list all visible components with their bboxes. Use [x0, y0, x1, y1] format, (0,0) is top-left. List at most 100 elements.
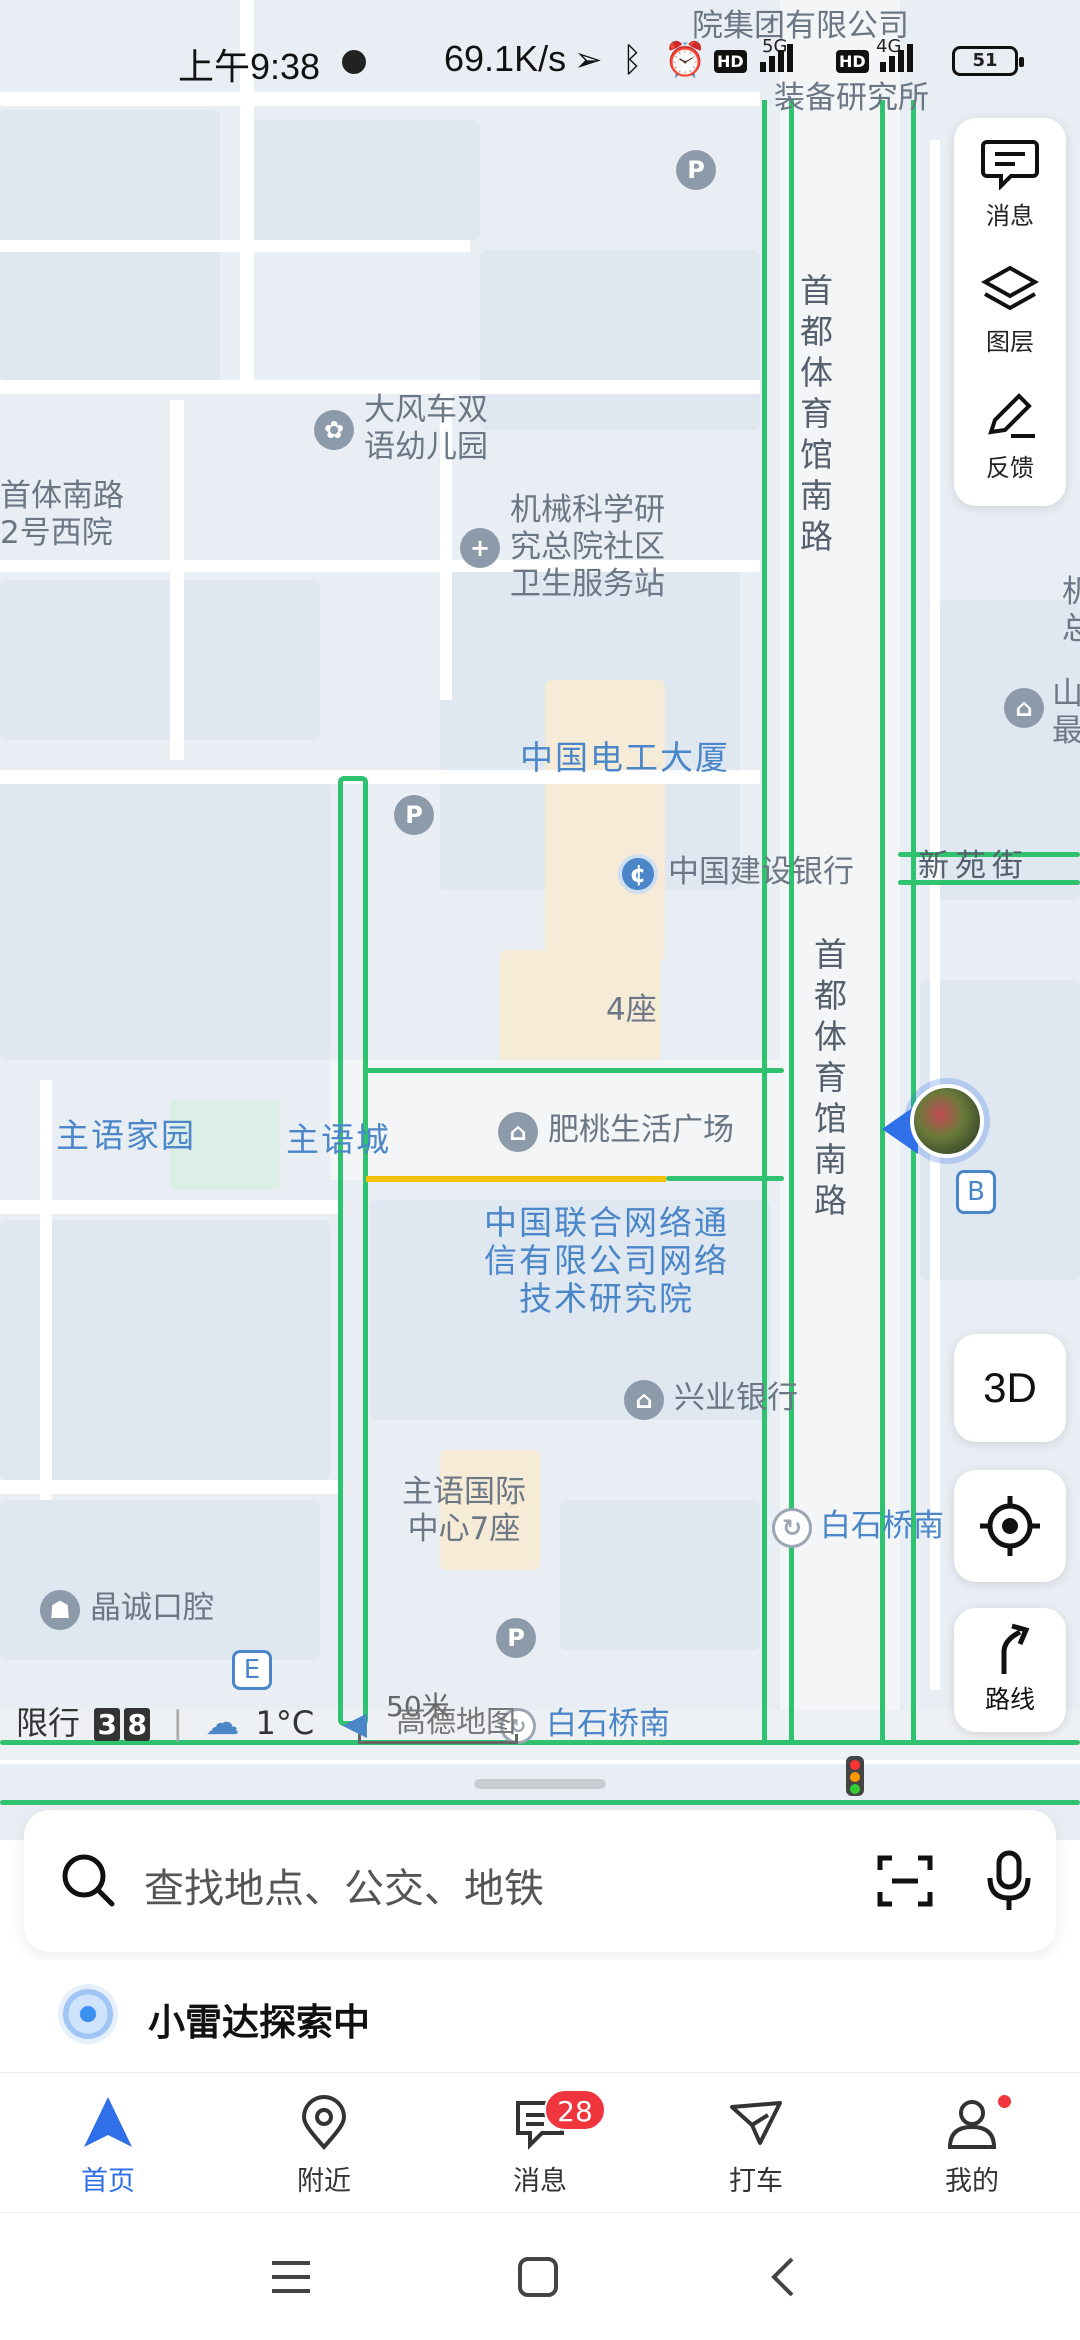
map-label-jingcheng[interactable]: 晶诚口腔: [90, 1590, 214, 1627]
tab-home[interactable]: 首页: [38, 2095, 178, 2198]
locate-icon: [980, 1496, 1040, 1556]
map-label-xinyuan: 新苑街: [918, 848, 1029, 884]
shopping-icon[interactable]: ⌂: [498, 1112, 538, 1152]
system-nav-bar: [0, 2212, 1080, 2340]
layers-icon: [980, 265, 1040, 311]
entrance-e-marker[interactable]: E: [232, 1650, 272, 1690]
feedback-button[interactable]: 反馈: [954, 370, 1066, 494]
map-label-zhuyu-city[interactable]: 主语城: [286, 1120, 391, 1160]
tab-nearby-label: 附近: [297, 2166, 351, 2197]
notification-dot: [998, 2095, 1011, 2108]
traffic-light-icon: [846, 1756, 864, 1796]
battery-icon: 51: [952, 46, 1024, 76]
navigate-arrow-icon: ◀: [342, 1704, 367, 1742]
street-name-south: 首都体育馆南路: [814, 935, 847, 1220]
locate-me-button[interactable]: [954, 1470, 1066, 1582]
tab-home-label: 首页: [81, 2166, 135, 2197]
signal-icon: [880, 44, 916, 72]
plate-digit: 3: [94, 1708, 121, 1741]
map-label-baishiqiao-south[interactable]: 白石桥南: [546, 1706, 670, 1743]
hd-icon: HD: [714, 50, 747, 73]
tab-mine[interactable]: 我的: [902, 2095, 1042, 2198]
bottom-tab-bar: 首页 附近 28 消息 打车 我的: [0, 2072, 1080, 2212]
info-line[interactable]: 限行 38 | ☁ 1°C ◀: [16, 1698, 367, 1744]
navigate-icon: [84, 2097, 132, 2147]
map-label-xingye[interactable]: 兴业银行: [674, 1380, 798, 1417]
map-label-right-2: 机 总: [1062, 574, 1080, 647]
scale-bar: [358, 1734, 518, 1744]
street-name-north: 首都体育馆南路: [800, 271, 833, 556]
map-label-zuo4[interactable]: 4座: [606, 992, 657, 1029]
user-icon: [947, 2100, 997, 2149]
search-input[interactable]: 查找地点、公交、地铁: [144, 1856, 544, 1914]
tab-messages[interactable]: 28 消息: [470, 2089, 610, 2198]
search-bar[interactable]: 查找地点、公交、地铁: [24, 1810, 1056, 1952]
bank-icon[interactable]: ¢: [618, 854, 658, 894]
tab-messages-label: 消息: [513, 2166, 567, 2197]
3d-button[interactable]: 3D: [954, 1334, 1066, 1442]
tab-nearby[interactable]: 附近: [254, 2095, 394, 2198]
location-pin-icon: [301, 2095, 347, 2151]
restriction-label: 限行: [16, 1704, 81, 1742]
map-label-west-road: 首体南路 2号西院: [0, 478, 124, 551]
microphone-icon[interactable]: [986, 1850, 1032, 1912]
parking-icon[interactable]: P: [676, 150, 716, 190]
plate-digit: 8: [124, 1708, 151, 1741]
entrance-b-marker[interactable]: B: [956, 1170, 996, 1214]
sheet-drag-handle[interactable]: [474, 1779, 606, 1789]
messages-label: 消息: [986, 202, 1034, 230]
messages-button[interactable]: 消息: [954, 118, 1066, 242]
clock: 上午9:38: [178, 46, 321, 87]
tab-taxi-label: 打车: [729, 2166, 783, 2197]
feedback-label: 反馈: [986, 454, 1034, 482]
net-speed: 69.1K/s: [444, 38, 567, 79]
pencil-icon: [988, 393, 1035, 438]
cloud-icon: ☁: [205, 1703, 240, 1743]
radar-text: 小雷达探索中: [148, 2001, 370, 2044]
parking-icon[interactable]: P: [496, 1618, 536, 1658]
back-icon[interactable]: [768, 2255, 798, 2299]
taxi-icon: [730, 2101, 782, 2145]
dental-icon[interactable]: ☗: [40, 1590, 80, 1630]
message-icon: [981, 140, 1039, 191]
location-icon: ➢: [574, 40, 603, 80]
map-label-clinic[interactable]: 机械科学研 究总院社区 卫生服务站: [510, 492, 665, 603]
home-square-icon[interactable]: [516, 2255, 560, 2299]
avatar[interactable]: [910, 1084, 984, 1158]
tab-mine-label: 我的: [945, 2166, 999, 2197]
temperature: 1°C: [255, 1704, 315, 1742]
map-label-baishiqiao-north[interactable]: 白石桥南: [820, 1508, 944, 1545]
kindergarten-icon[interactable]: ✿: [314, 410, 354, 450]
hospital-icon[interactable]: +: [460, 528, 500, 568]
map-side-panel: 消息 图层 反馈: [954, 118, 1066, 506]
user-location-marker[interactable]: [880, 1080, 990, 1170]
parking-icon[interactable]: P: [394, 795, 434, 835]
bus-stop-icon[interactable]: ↻: [772, 1508, 812, 1548]
map-label-zhuyu-home[interactable]: 主语家园: [56, 1116, 196, 1156]
route-arrow-icon: [1001, 1623, 1030, 1674]
map-label-kindergarten[interactable]: 大风车双 语幼儿园: [364, 392, 488, 466]
menu-icon[interactable]: [268, 2257, 314, 2297]
route-label: 路线: [984, 1685, 1035, 1714]
3d-label: 3D: [983, 1364, 1037, 1411]
layers-button[interactable]: 图层: [954, 244, 1066, 368]
radar-icon: [58, 1984, 118, 2044]
landmark-icon[interactable]: ⌂: [1004, 688, 1044, 728]
alarm-icon: ⏰: [664, 40, 707, 80]
tab-taxi[interactable]: 打车: [686, 2095, 826, 2198]
map-label-diangong[interactable]: 中国电工大厦: [520, 738, 730, 778]
map-label-unicom[interactable]: 中国联合网络通 信有限公司网络 技术研究院: [484, 1204, 729, 1318]
map-label-zhuyu-intl[interactable]: 主语国际 中心7座: [402, 1474, 526, 1548]
route-button[interactable]: 路线: [954, 1608, 1066, 1732]
map-label-right-1: 山 最: [1052, 676, 1080, 749]
search-icon: [62, 1854, 115, 1907]
radar-row[interactable]: 小雷达探索中: [0, 1960, 1080, 2070]
map-canvas[interactable]: P P P 院集团有限公司 装备研究所 ✿ 大风车双 语幼儿园 首体南路 2号西…: [0, 0, 1080, 1840]
map-label-ccb[interactable]: 中国建设银行: [668, 854, 854, 891]
messages-badge: 28: [544, 2089, 606, 2131]
bank-icon[interactable]: ⌂: [624, 1380, 664, 1420]
scan-icon[interactable]: [876, 1852, 934, 1910]
map-label-feitao[interactable]: 肥桃生活广场: [548, 1112, 734, 1149]
layers-label: 图层: [986, 328, 1034, 356]
status-bar: 上午9:38 69.1K/s ➢ ᛒ ⏰ HD 5G HD 4G 51: [0, 0, 1080, 120]
